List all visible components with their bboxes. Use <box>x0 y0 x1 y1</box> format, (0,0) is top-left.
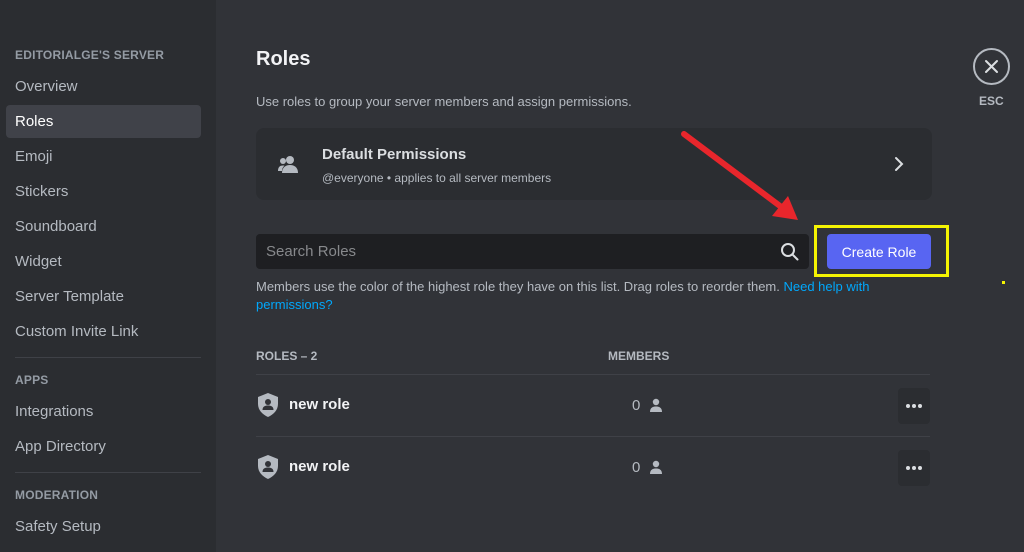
sidebar-item-roles[interactable]: Roles <box>6 105 201 138</box>
sidebar-item-integrations[interactable]: Integrations <box>6 395 201 428</box>
section-header-apps: APPS <box>15 373 49 387</box>
sidebar-item-widget[interactable]: Widget <box>6 245 201 278</box>
more-dot-icon <box>912 404 916 408</box>
page-description: Use roles to group your server members a… <box>256 94 632 109</box>
section-header-server: EDITORIALGE'S SERVER <box>15 48 165 62</box>
settings-sidebar: EDITORIALGE'S SERVER Overview Roles Emoj… <box>0 0 216 552</box>
roles-settings-panel: Roles Use roles to group your server mem… <box>216 0 1024 552</box>
more-dot-icon <box>906 404 910 408</box>
search-roles-box <box>256 234 809 269</box>
default-permissions-card[interactable]: Default Permissions @everyone • applies … <box>256 128 932 200</box>
roles-column-header: ROLES – 2 <box>256 349 318 363</box>
roles-help-text: Members use the color of the highest rol… <box>256 278 936 314</box>
person-icon <box>650 398 662 412</box>
esc-label: ESC <box>979 94 1004 108</box>
sidebar-item-safety-setup[interactable]: Safety Setup <box>6 510 201 543</box>
close-icon <box>985 60 998 73</box>
sidebar-item-soundboard[interactable]: Soundboard <box>6 210 201 243</box>
annotation-dot <box>1002 281 1005 284</box>
sidebar-item-server-template[interactable]: Server Template <box>6 280 201 313</box>
role-member-count: 0 <box>632 459 641 476</box>
sidebar-item-overview[interactable]: Overview <box>6 70 201 103</box>
more-options-button[interactable] <box>898 450 930 486</box>
close-button[interactable] <box>973 48 1010 85</box>
sidebar-divider <box>15 357 201 358</box>
chevron-right-icon <box>895 157 904 171</box>
role-name: new role <box>289 396 350 413</box>
sidebar-item-emoji[interactable]: Emoji <box>6 140 201 173</box>
sidebar-item-app-directory[interactable]: App Directory <box>6 430 201 463</box>
sidebar-item-stickers[interactable]: Stickers <box>6 175 201 208</box>
more-dot-icon <box>918 404 922 408</box>
page-title: Roles <box>256 48 311 70</box>
more-dot-icon <box>906 466 910 470</box>
role-member-count: 0 <box>632 397 641 414</box>
members-column-header: MEMBERS <box>608 349 670 363</box>
role-row[interactable]: new role 0 <box>256 374 930 436</box>
sidebar-item-custom-invite-link[interactable]: Custom Invite Link <box>6 315 201 348</box>
role-name: new role <box>289 458 350 475</box>
search-icon[interactable] <box>780 242 799 261</box>
members-icon <box>278 156 298 173</box>
section-header-moderation: MODERATION <box>15 488 99 502</box>
help-text-body: Members use the color of the highest rol… <box>256 279 784 294</box>
search-roles-input[interactable] <box>256 234 809 269</box>
more-options-button[interactable] <box>898 388 930 424</box>
create-role-button[interactable]: Create Role <box>827 234 931 269</box>
sidebar-divider <box>15 472 201 473</box>
more-dot-icon <box>912 466 916 470</box>
default-permissions-title: Default Permissions <box>322 146 467 163</box>
role-shield-icon <box>258 393 278 417</box>
annotation-arrow-icon <box>681 131 798 220</box>
role-row[interactable]: new role 0 <box>256 436 930 498</box>
person-icon <box>650 460 662 474</box>
role-shield-icon <box>258 455 278 479</box>
default-permissions-subtitle: @everyone • applies to all server member… <box>322 171 552 185</box>
more-dot-icon <box>918 466 922 470</box>
